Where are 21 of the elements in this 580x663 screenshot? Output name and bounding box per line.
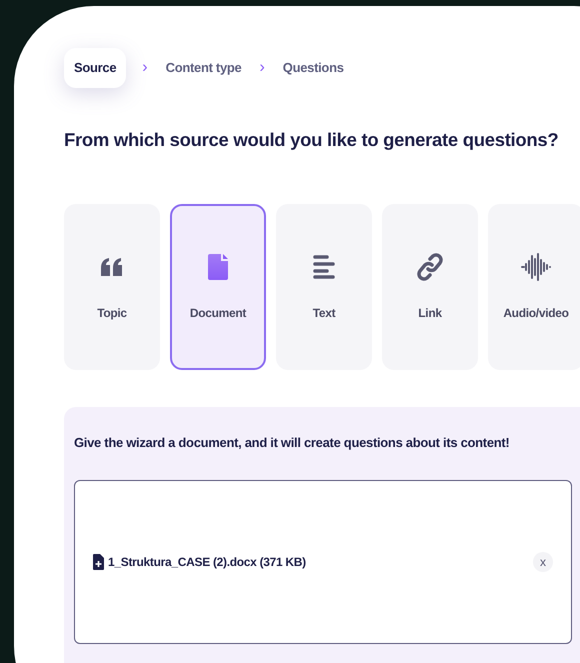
breadcrumb-step[interactable]: Questions [280, 48, 346, 88]
source-card[interactable]: Link [382, 204, 478, 370]
link-icon [417, 252, 443, 281]
document-icon [208, 254, 228, 280]
source-card[interactable]: Audio/video [488, 204, 580, 370]
source-card[interactable]: Topic [64, 204, 160, 370]
chevron-icon: › [259, 56, 265, 80]
remove-file-button[interactable]: x [533, 552, 553, 572]
panel-prompt: Give the wizard a document, and it will create questions about its content! [74, 434, 510, 452]
file-name: 1_Struktura_CASE (2).docx (371 KB) [108, 554, 306, 572]
source-card[interactable]: Text [276, 204, 372, 370]
breadcrumb-step[interactable]: Content type [164, 48, 244, 88]
quote-icon [101, 258, 123, 276]
chevron-icon: › [142, 56, 148, 80]
sound-wave-icon [521, 252, 551, 282]
heading: From which source would you like to generate questions? [64, 128, 560, 152]
text-lines-icon [313, 254, 335, 279]
upload-box[interactable]: 1_Struktura_CASE (2).docx (371 KB) x [74, 480, 572, 644]
breadcrumb-step[interactable]: Source [64, 48, 126, 88]
file-icon [93, 554, 104, 570]
source-card[interactable]: Document [170, 204, 266, 370]
